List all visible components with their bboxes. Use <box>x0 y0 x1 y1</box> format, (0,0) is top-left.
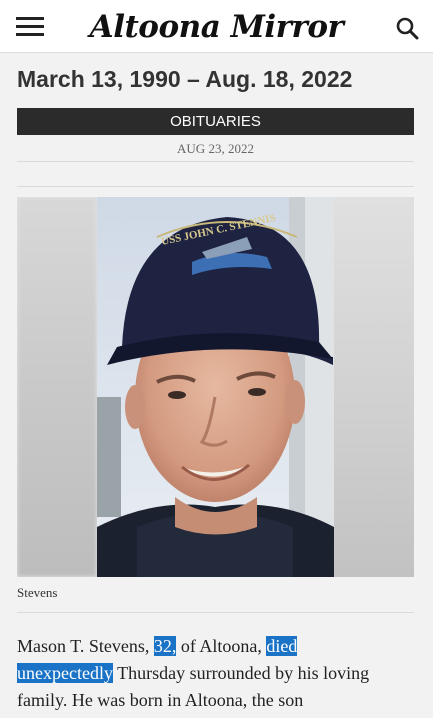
search-icon[interactable] <box>395 16 419 40</box>
photo-blur-right <box>334 197 414 577</box>
article-photo[interactable]: USS JOHN C. STENNIS <box>17 197 414 577</box>
photo-caption: Stevens <box>17 585 58 600</box>
top-navigation-bar: Altoona Mirror <box>0 0 433 53</box>
highlighted-text[interactable]: died <box>266 636 298 656</box>
article-date: AUG 23, 2022 <box>177 141 254 156</box>
section-label-obituaries[interactable]: OBITUARIES <box>17 108 414 135</box>
divider <box>17 612 414 613</box>
portrait-image: USS JOHN C. STENNIS <box>97 197 334 577</box>
article-headline: March 13, 1990 – Aug. 18, 2022 <box>17 66 353 92</box>
divider <box>17 186 414 187</box>
site-logo[interactable]: Altoona Mirror <box>0 8 433 46</box>
divider <box>17 161 414 162</box>
photo-blur-left <box>17 197 97 577</box>
highlighted-text[interactable]: 32, <box>153 636 177 656</box>
body-text-segment: of Altoona, <box>176 636 267 656</box>
body-text-segment: Mason T. Stevens, <box>17 636 154 656</box>
highlighted-text[interactable]: unexpectedly <box>17 663 113 683</box>
article-body: Mason T. Stevens, 32, of Altoona, died un… <box>17 633 417 714</box>
